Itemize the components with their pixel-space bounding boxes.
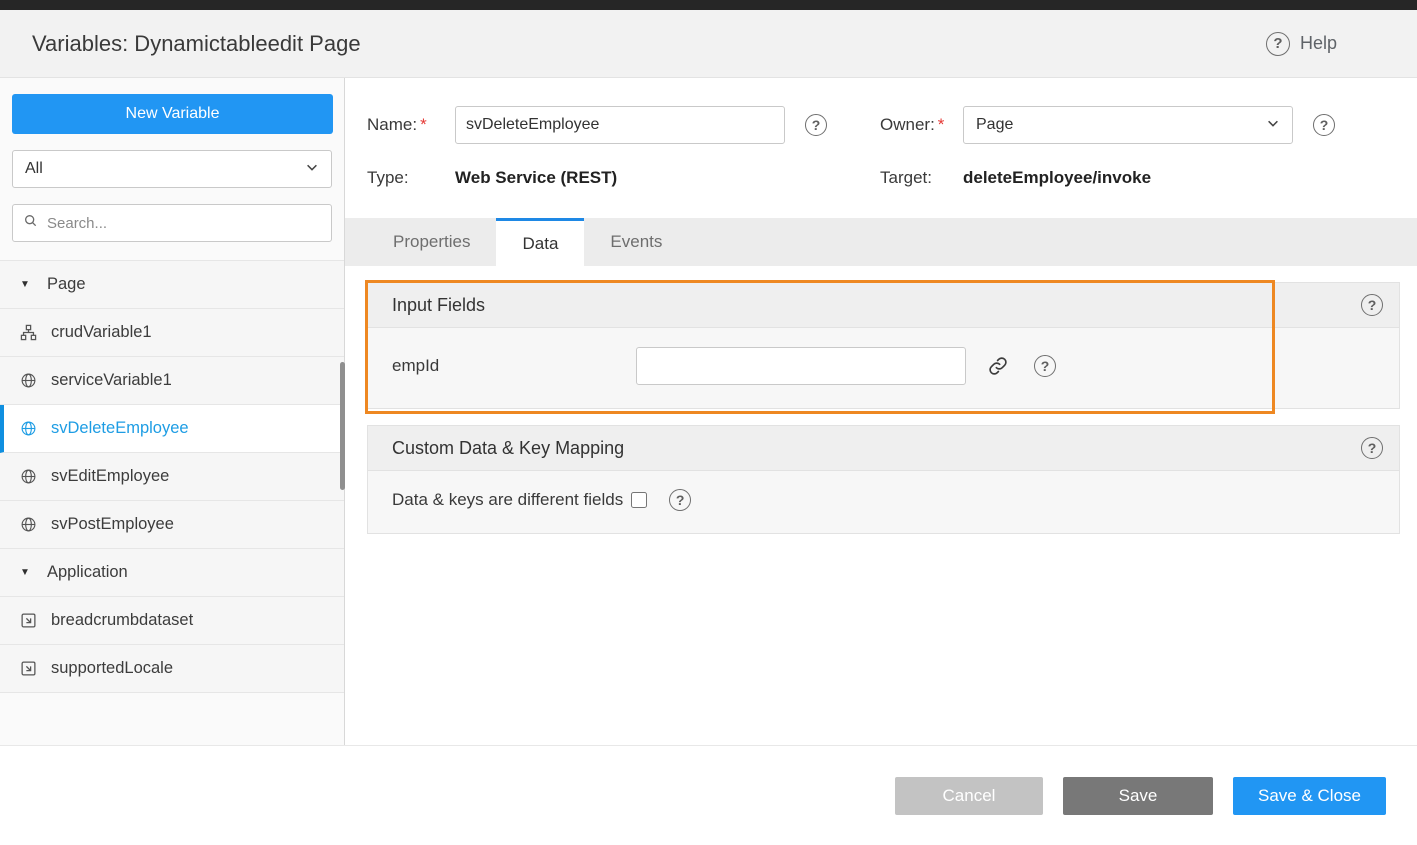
sidebar-item-supportedlocale[interactable]: supportedLocale <box>0 645 344 693</box>
dialog-footer: Cancel Save Save & Close <box>0 745 1417 845</box>
sidebar-item-label: breadcrumbdataset <box>51 611 193 630</box>
globe-icon <box>20 372 38 390</box>
type-label: Type: <box>367 168 455 188</box>
tabbar: Properties Data Events <box>345 218 1417 266</box>
sidebar-item-label: svPostEmployee <box>51 515 174 534</box>
sidebar-item-crudvariable1[interactable]: crudVariable1 <box>0 309 344 357</box>
sidebar-item-breadcrumbdataset[interactable]: breadcrumbdataset <box>0 597 344 645</box>
variable-detail-panel: Name:* ? Owner:* Page ? <box>345 78 1417 745</box>
search-input[interactable] <box>47 215 321 232</box>
sidebar-item-servicevariable1[interactable]: serviceVariable1 <box>0 357 344 405</box>
window-top-strip <box>0 0 1417 10</box>
type-value: Web Service (REST) <box>455 168 785 188</box>
chevron-down-icon <box>1266 116 1280 135</box>
tab-data[interactable]: Data <box>496 218 584 266</box>
sidebar-item-label: supportedLocale <box>51 659 173 678</box>
sidebar-group-application[interactable]: ▼ Application <box>0 549 344 597</box>
input-fields-section: Input Fields ? empId ? <box>367 282 1400 409</box>
different-fields-label: Data & keys are different fields <box>392 490 623 510</box>
save-and-close-button[interactable]: Save & Close <box>1233 777 1386 815</box>
tab-events[interactable]: Events <box>584 218 688 266</box>
crud-icon <box>20 324 38 342</box>
search-icon <box>23 213 39 234</box>
globe-icon <box>20 516 38 534</box>
sidebar-group-page[interactable]: ▼ Page <box>0 261 344 309</box>
empid-help-icon[interactable]: ? <box>1034 355 1056 377</box>
globe-icon <box>20 468 38 486</box>
cancel-button[interactable]: Cancel <box>895 777 1043 815</box>
save-button[interactable]: Save <box>1063 777 1213 815</box>
sidebar-item-label: svEditEmployee <box>51 467 169 486</box>
custom-data-help-icon[interactable]: ? <box>1361 437 1383 459</box>
sidebar-item-svpostemployee[interactable]: svPostEmployee <box>0 501 344 549</box>
owner-label: Owner:* <box>880 115 963 135</box>
search-box[interactable] <box>12 204 332 242</box>
input-fields-help-icon[interactable]: ? <box>1361 294 1383 316</box>
variable-form: Name:* ? Owner:* Page ? <box>345 78 1417 188</box>
required-marker: * <box>938 115 945 134</box>
data-tab-content: Input Fields ? empId ? Custom <box>345 266 1417 745</box>
globe-icon <box>20 420 38 438</box>
new-variable-button[interactable]: New Variable <box>12 94 333 134</box>
sidebar-group-label: Page <box>47 275 86 294</box>
triangle-down-icon[interactable]: ▼ <box>20 279 34 290</box>
sidebar-group-label: Application <box>47 563 128 582</box>
help-question-icon[interactable]: ? <box>1266 32 1290 56</box>
different-fields-help-icon[interactable]: ? <box>669 489 691 511</box>
target-label: Target: <box>880 168 963 188</box>
required-marker: * <box>420 115 427 134</box>
owner-select[interactable]: Page <box>963 106 1293 144</box>
filter-select-value: All <box>25 160 43 178</box>
custom-data-section: Custom Data & Key Mapping ? Data & keys … <box>367 425 1400 534</box>
variable-list: ▼ Page crudVariable1 serviceVariable1 s <box>0 260 344 693</box>
dataset-icon <box>20 612 38 630</box>
help-button[interactable]: ? Help <box>1266 32 1337 56</box>
input-fields-title: Input Fields <box>392 295 485 316</box>
filter-select[interactable]: All <box>12 150 332 188</box>
owner-help-icon[interactable]: ? <box>1313 114 1335 136</box>
different-fields-checkbox[interactable] <box>631 492 647 508</box>
page-title: Variables: Dynamictableedit Page <box>32 31 361 57</box>
sidebar-item-label: svDeleteEmployee <box>51 419 189 438</box>
dataset-icon <box>20 660 38 678</box>
triangle-down-icon[interactable]: ▼ <box>20 567 34 578</box>
name-label: Name:* <box>367 115 455 135</box>
owner-select-value: Page <box>976 116 1013 134</box>
sidebar-item-sveditemployee[interactable]: svEditEmployee <box>0 453 344 501</box>
help-label[interactable]: Help <box>1300 33 1337 54</box>
custom-data-title: Custom Data & Key Mapping <box>392 438 624 459</box>
sidebar-item-label: crudVariable1 <box>51 323 152 342</box>
empid-input[interactable] <box>636 347 966 385</box>
sidebar-item-svdeleteemployee[interactable]: svDeleteEmployee <box>0 405 344 453</box>
empid-label: empId <box>392 356 636 376</box>
chevron-down-icon <box>305 160 319 179</box>
dialog-header: Variables: Dynamictableedit Page ? Help <box>0 10 1417 78</box>
name-help-icon[interactable]: ? <box>805 114 827 136</box>
bind-link-icon[interactable] <box>988 356 1008 376</box>
sidebar-item-label: serviceVariable1 <box>51 371 172 390</box>
target-value: deleteEmployee/invoke <box>963 168 1293 188</box>
variables-sidebar: New Variable All ▼ Page crudVariable1 <box>0 78 345 745</box>
name-input[interactable] <box>455 106 785 144</box>
tab-properties[interactable]: Properties <box>367 218 496 266</box>
